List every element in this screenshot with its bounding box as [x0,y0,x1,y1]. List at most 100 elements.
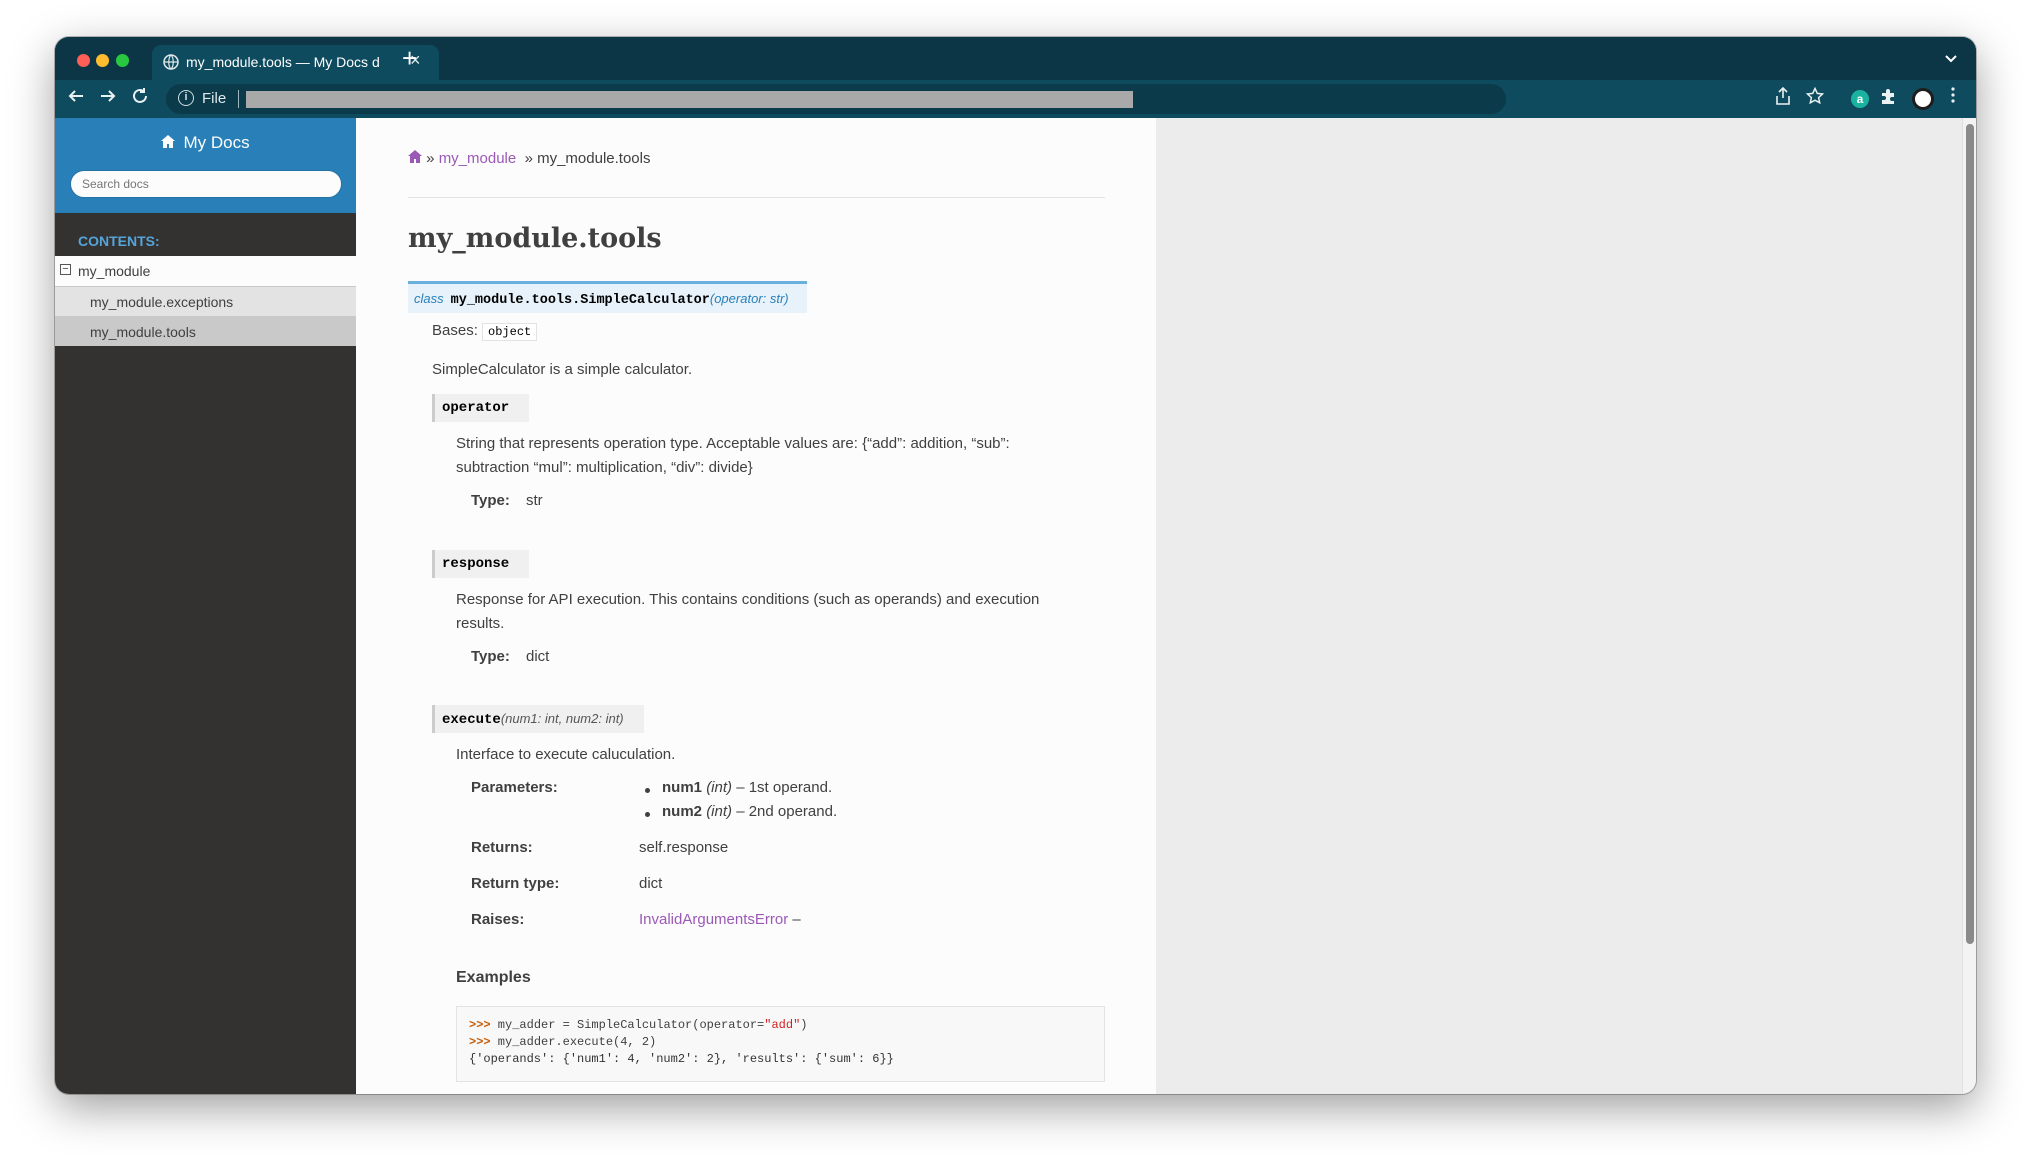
project-home-link[interactable]: My Docs [55,133,356,153]
breadcrumb-home-icon[interactable] [408,150,426,167]
close-window-button[interactable] [77,54,90,67]
page-title: my_module.tools [408,223,662,254]
examples-heading: Examples [456,969,531,986]
exception-link[interactable]: InvalidArgumentsError [639,911,788,928]
browser-window: my_module.tools — My Docs d × + i File a… [55,37,1976,1094]
list-bullet [645,812,650,817]
globe-icon [163,54,179,70]
scrollbar-thumb[interactable] [1966,124,1974,944]
collapse-icon[interactable]: − [60,264,71,275]
address-bar[interactable]: i File [166,84,1506,114]
code-line: >>> my_adder = SimpleCalculator(operator… [469,1017,1092,1034]
code-text: ) [800,1018,808,1032]
raises-value: InvalidArgumentsError – [639,911,801,928]
attribute-signature-operator: operator [432,394,530,422]
web-page: My Docs CONTENTS: − my_module my_module.… [55,118,1976,1094]
param-name: num2 [662,803,703,820]
param-name: num1 [662,779,703,796]
back-icon[interactable] [67,87,85,111]
attribute-signature-response: response [432,550,530,578]
method-signature-execute: execute(num1: int, num2: int) [432,705,644,733]
param-desc: – 2nd operand. [736,803,838,820]
attribute-description: Response for API execution. This contain… [456,591,1040,608]
attribute-description: results. [456,615,505,632]
home-icon [161,135,179,152]
project-name: My Docs [183,133,250,152]
toc-item-label: my_module.exceptions [90,294,234,310]
class-signature: class my_module.tools.SimpleCalculator(op… [408,281,807,313]
redacted-url [246,91,1133,108]
tab-search-icon[interactable] [1944,51,1958,67]
docs-content: » my_module » my_module.tools my_module.… [356,118,1156,1094]
code-text: my_adder.execute(4, 2) [490,1035,657,1049]
maximize-window-button[interactable] [116,54,129,67]
raises-dash: – [792,911,801,928]
field-value: str [526,492,543,509]
breadcrumb-divider [408,197,1105,198]
code-prompt: >>> [469,1018,491,1032]
field-label: Return type: [471,875,560,892]
parameter-item: num1 (int) – 1st operand. [662,779,832,796]
share-icon[interactable] [1775,86,1791,110]
omnibox-divider [238,90,239,108]
class-description: SimpleCalculator is a simple calculator. [432,361,693,378]
new-tab-button[interactable]: + [402,43,417,74]
code-text: my_adder = SimpleCalculator(operator= [490,1018,765,1032]
field-label: Type: [471,648,510,665]
docs-sidebar: My Docs CONTENTS: − my_module my_module.… [55,118,356,1094]
example-code-block: >>> my_adder = SimpleCalculator(operator… [456,1006,1105,1082]
browser-toolbar: i File a [55,80,1976,118]
param-type: (int) [706,779,733,796]
attribute-description: subtraction “mul”: multiplication, “div”… [456,459,753,476]
class-params: (operator: str) [709,291,789,306]
breadcrumb-separator: » [524,150,533,167]
forward-icon[interactable] [99,87,117,111]
sidebar-header: My Docs [55,118,356,213]
field-label: Parameters: [471,779,558,796]
page-scrollbar[interactable] [1962,118,1976,1094]
param-type: (int) [706,803,733,820]
toc-item-my-module-exceptions[interactable]: my_module.exceptions [55,286,356,316]
bookmark-star-icon[interactable] [1805,86,1825,110]
breadcrumb-separator: » [426,150,435,167]
bases-label: Bases: [432,322,478,339]
minimize-window-button[interactable] [96,54,109,67]
method-name: execute [442,712,501,728]
attribute-description: String that represents operation type. A… [456,435,1010,452]
breadcrumb-module-link[interactable]: my_module [439,150,517,167]
field-value: self.response [639,839,729,856]
contents-caption: CONTENTS: [78,233,160,249]
code-prompt: >>> [469,1035,491,1049]
toc-item-my-module[interactable]: − my_module [55,256,356,286]
extension-a-icon[interactable]: a [1851,90,1869,108]
browser-tab[interactable]: my_module.tools — My Docs d × [152,45,439,80]
class-keyword: class [414,291,444,306]
field-label: Raises: [471,911,525,928]
field-value: dict [639,875,663,892]
extensions-puzzle-icon[interactable] [1879,87,1897,110]
field-label: Returns: [471,839,533,856]
breadcrumb-current: my_module.tools [537,150,651,167]
empty-right-pane [1156,118,1962,1094]
info-icon[interactable]: i [178,90,194,106]
reload-icon[interactable] [131,87,149,111]
breadcrumb: » my_module » my_module.tools [408,150,650,167]
code-string: "add" [764,1018,801,1032]
title-bar: my_module.tools — My Docs d × + [55,37,1976,80]
param-desc: – 1st operand. [736,779,833,796]
method-description: Interface to execute caluculation. [456,746,676,763]
code-output: {'operands': {'num1': 4, 'num2': 2}, 're… [469,1052,894,1066]
class-name: my_module.tools.SimpleCalculator [450,293,710,308]
bases-value: object [482,323,538,341]
list-bullet [645,788,650,793]
parameter-item: num2 (int) – 2nd operand. [662,803,837,820]
profile-avatar[interactable] [1912,88,1934,110]
toc-item-label: my_module.tools [90,324,196,340]
bases-line: Bases: object [432,319,538,344]
code-line: >>> my_adder.execute(4, 2) [469,1034,1092,1051]
browser-menu-icon[interactable] [1951,87,1955,108]
search-docs-input[interactable] [70,170,342,198]
toc-item-my-module-tools[interactable]: my_module.tools [55,316,356,346]
toc-item-label: my_module [78,263,151,279]
method-params: (num1: int, num2: int) [500,711,624,726]
